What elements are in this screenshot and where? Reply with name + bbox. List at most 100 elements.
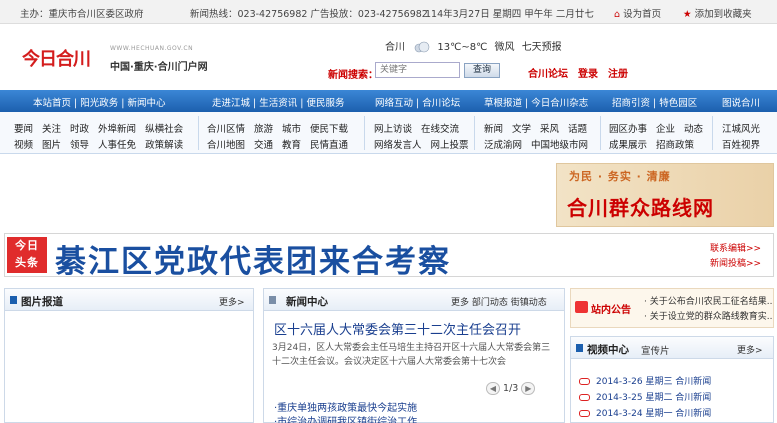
subnav-link[interactable]: 关注 — [42, 124, 61, 135]
nav-group-news[interactable]: 本站首页 | 阳光政务 | 新闻中心 — [33, 95, 165, 109]
video-item[interactable]: 2014-3-25 星期二 合川新闻 — [579, 390, 711, 403]
subnav-link[interactable]: 要闻 — [14, 124, 33, 135]
subnav-link[interactable]: 企业 — [656, 124, 675, 135]
subnav-link[interactable]: 采风 — [540, 124, 559, 135]
pager-count: 1/3 — [503, 383, 519, 394]
photo-report-panel: 图片报道 更多> — [4, 288, 254, 423]
video-item[interactable]: 2014-3-26 星期三 合川新闻 — [579, 374, 711, 387]
nav-group-interact[interactable]: 网络互动 | 合川论坛 — [375, 95, 460, 109]
subnav-link[interactable]: 旅游 — [254, 124, 273, 135]
forecast-link[interactable]: 七天预报 — [522, 42, 562, 53]
subnav-link[interactable]: 在线交流 — [421, 124, 459, 135]
site-logo[interactable]: 今日合川 — [22, 44, 92, 70]
subnav-link[interactable]: 图片 — [42, 140, 61, 151]
news-item[interactable]: ·重庆单独两孩政策最快今起实施 — [274, 399, 417, 414]
subnav-link[interactable]: 园区办事 — [609, 124, 647, 135]
subnav-link[interactable]: 成果展示 — [609, 140, 647, 151]
subnav-link[interactable]: 动态 — [684, 124, 703, 135]
news-item[interactable]: ·市综治办调研我区镇街综治工作 — [274, 413, 417, 423]
panel-header: 图片报道 更多> — [5, 289, 253, 311]
subnav-link[interactable]: 网络发言人 — [374, 140, 422, 151]
next-icon[interactable]: ▶ — [521, 382, 536, 395]
subnav-link[interactable]: 中国地级市网 — [531, 140, 588, 151]
panel-header: 新闻中心 更多 部门动态 街镇动态 — [264, 289, 564, 311]
subnav-link[interactable]: 网上投票 — [431, 140, 469, 151]
speaker-icon — [575, 301, 588, 313]
subnav-link[interactable]: 纵横社会 — [145, 124, 183, 135]
subnav-link[interactable]: 城市 — [282, 124, 301, 135]
bookmark-label: 添加到收藏夹 — [694, 9, 752, 20]
logo-subtitle: 中国·重庆·合川门户网 — [110, 62, 208, 73]
notice-title: 站内公告 — [591, 305, 631, 316]
subnav-link[interactable]: 新闻 — [484, 124, 503, 135]
login-link[interactable]: 登录 — [578, 65, 598, 80]
banner-title: 合川群众路线网 — [567, 196, 714, 220]
header-marker-icon — [576, 344, 583, 352]
video-label: 2014-3-25 星期二 合川新闻 — [596, 393, 712, 403]
subnav-link[interactable]: 网上访谈 — [374, 124, 412, 135]
more-link[interactable]: 更多> — [219, 295, 245, 308]
nav-group-grassroots[interactable]: 草根报道 | 今日合川杂志 — [484, 95, 588, 109]
header-marker-icon — [269, 296, 276, 304]
site-notice-panel: 站内公告 · 关于公布合川农民工征名结果.. · 关于设立党的群众路线教育实.. — [570, 288, 774, 328]
subnav-link[interactable]: 合川地图 — [207, 140, 245, 151]
news-summary: 3月24日，区人大常委会主任马培生主持召开区十六届人大常委会第三十二次主任会议。… — [272, 343, 551, 367]
video-center-panel: 视频中心 宣传片 更多> 2014-3-26 星期三 合川新闻 2014-3-2… — [570, 336, 774, 423]
subnav-row: 江城风光 — [722, 121, 769, 135]
subnav-divider — [600, 116, 601, 150]
nav-group-photos[interactable]: 图说合川 — [722, 95, 760, 109]
subnav-link[interactable]: 政策解读 — [145, 140, 183, 151]
subnav-link[interactable]: 便民下载 — [310, 124, 348, 135]
weather-widget: 合川 13℃~8℃ 微风 七天预报 — [385, 38, 566, 53]
video-label: 2014-3-26 星期三 合川新闻 — [596, 377, 712, 387]
nav-group-city[interactable]: 走进江城 | 生活资讯 | 便民服务 — [212, 95, 344, 109]
main-nav: 本站首页 | 阳光政务 | 新闻中心 走进江城 | 生活资讯 | 便民服务 网络… — [0, 90, 777, 112]
subnav-link[interactable]: 民情直通 — [310, 140, 348, 151]
subnav-link[interactable]: 教育 — [282, 140, 301, 151]
search-button[interactable]: 查询 — [464, 63, 500, 78]
svg-text:今日合川: 今日合川 — [22, 48, 90, 70]
more-link[interactable]: 更多> — [737, 343, 763, 356]
subnav-link[interactable]: 领导 — [70, 140, 89, 151]
headline-tag-line: 今日 — [15, 239, 39, 252]
tab-promo[interactable]: 宣传片 — [641, 343, 670, 357]
subnav-link[interactable]: 泛成渝网 — [484, 140, 522, 151]
bookmark-link[interactable]: ★ 添加到收藏夹 — [683, 6, 752, 20]
subnav-link[interactable]: 外埠新闻 — [98, 124, 136, 135]
headline-link[interactable]: 綦江区党政代表团来合考察 — [55, 236, 451, 281]
subnav-row: 网络发言人 网上投票 — [374, 137, 478, 151]
subnav-link[interactable]: 百姓视界 — [722, 140, 760, 151]
subnav-link[interactable]: 时政 — [70, 124, 89, 135]
mass-line-banner[interactable]: 为民 · 务实 · 清廉 合川群众路线网 — [556, 163, 774, 227]
subnav-link[interactable]: 交通 — [254, 140, 273, 151]
forum-link[interactable]: 合川论坛 — [528, 65, 568, 80]
register-link[interactable]: 注册 — [608, 65, 628, 80]
subnav-link[interactable]: 招商政策 — [656, 140, 694, 151]
news-headline-link[interactable]: 区十六届人大常委会第三十二次主任会召开 — [274, 319, 521, 338]
contact-editor-link[interactable]: 联系编辑>> — [710, 242, 761, 257]
subnav-divider — [364, 116, 365, 150]
subnav-link[interactable]: 江城风光 — [722, 124, 760, 135]
search-label: 新闻搜索： — [328, 70, 378, 81]
panel-title: 新闻中心 — [286, 296, 328, 308]
subnav-link[interactable]: 人事任免 — [98, 140, 136, 151]
notice-item[interactable]: · 关于公布合川农民工征名结果.. — [644, 294, 772, 307]
subnav-link[interactable]: 视频 — [14, 140, 33, 151]
subnav-link[interactable]: 话题 — [568, 124, 587, 135]
subnav-divider — [712, 116, 713, 150]
subnav-row: 要闻 关注 时政 外埠新闻 纵横社会 — [14, 121, 192, 135]
more-links[interactable]: 更多 部门动态 街镇动态 — [451, 295, 547, 308]
notice-item[interactable]: · 关于设立党的群众路线教育实.. — [644, 309, 772, 322]
subnav-row: 合川区情 旅游 城市 便民下载 — [207, 121, 357, 135]
date-text: 114年3月27日 星期四 甲午年 二月廿七 — [425, 9, 594, 20]
prev-icon[interactable]: ◀ — [486, 382, 500, 395]
video-item[interactable]: 2014-3-24 星期一 合川新闻 — [579, 406, 711, 419]
submit-news-link[interactable]: 新闻投稿>> — [710, 257, 761, 272]
search-input[interactable] — [375, 62, 460, 78]
set-home-link[interactable]: ⌂ 设为首页 — [614, 6, 661, 20]
subnav-link[interactable]: 合川区情 — [207, 124, 245, 135]
cloud-icon — [414, 41, 430, 53]
subnav-link[interactable]: 文学 — [512, 124, 531, 135]
nav-group-invest[interactable]: 招商引资 | 特色园区 — [612, 95, 697, 109]
subnav-row: 百姓视界 — [722, 137, 769, 151]
